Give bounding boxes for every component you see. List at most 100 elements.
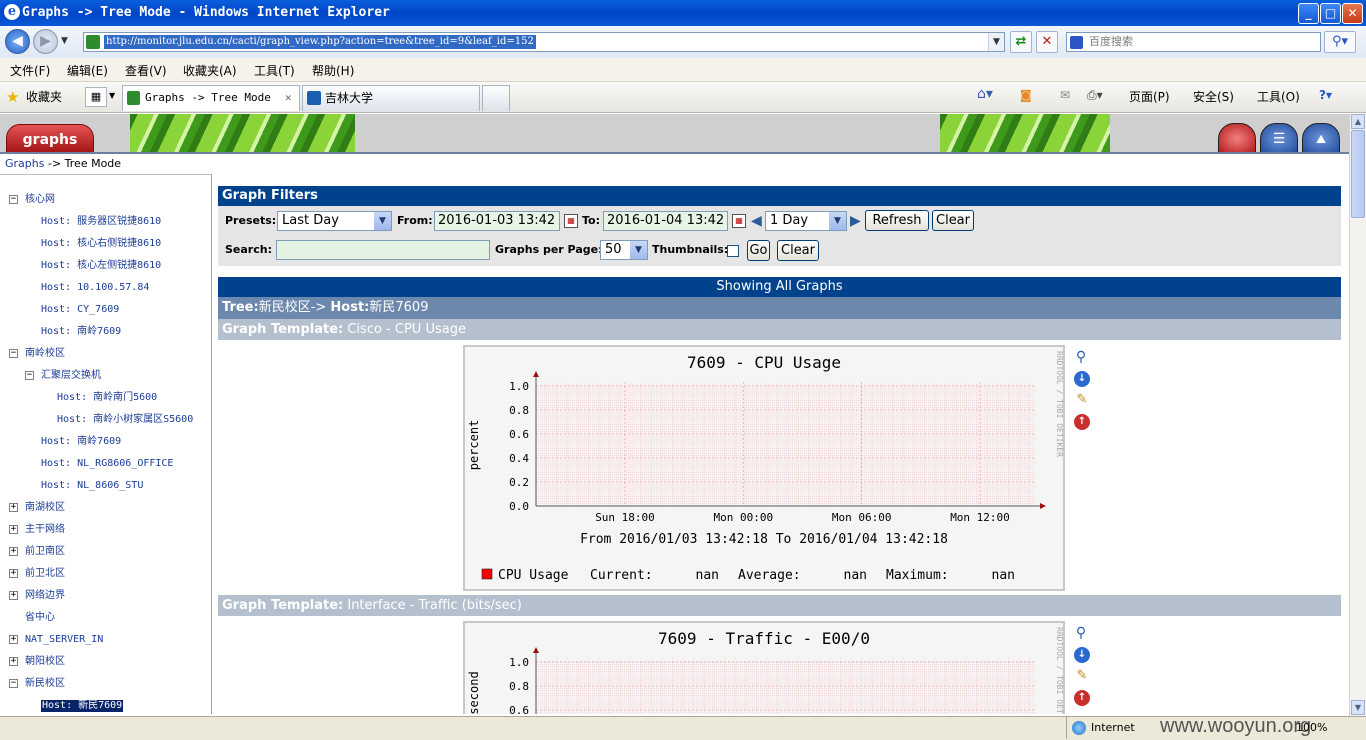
home-icon[interactable]: ⌂▾ xyxy=(977,86,993,102)
tree-node[interactable]: Host: NL_8606_STU xyxy=(41,480,143,492)
tree-node[interactable]: 汇聚层交换机 xyxy=(41,370,101,382)
menu-file[interactable]: 文件(F) xyxy=(10,62,50,79)
list-view-icon[interactable]: ☰ xyxy=(1260,123,1298,152)
maximize-button[interactable]: □ xyxy=(1320,3,1341,24)
csv-export-icon[interactable]: ↓ xyxy=(1074,647,1090,663)
tree-node[interactable]: Host: 核心右侧锐捷8610 xyxy=(41,238,161,250)
tree-node[interactable]: Host: 10.100.57.84 xyxy=(41,282,149,294)
tree-node[interactable]: 核心网 xyxy=(25,194,55,206)
collapse-icon[interactable]: − xyxy=(9,679,18,688)
favorites-button[interactable]: 收藏夹 xyxy=(26,88,62,105)
to-date-input[interactable]: 2016-01-04 13:42 xyxy=(603,211,728,231)
from-date-input[interactable]: 2016-01-03 13:42 xyxy=(434,211,560,231)
rss-feed-icon[interactable]: ◙ xyxy=(1020,88,1032,102)
clear-dates-button[interactable]: Clear xyxy=(932,210,974,231)
expand-icon[interactable]: + xyxy=(9,657,18,666)
tree-view-icon[interactable] xyxy=(1218,123,1256,152)
preview-view-icon[interactable]: ⛰ xyxy=(1302,123,1340,152)
zoom-graph-icon[interactable]: ⚲ xyxy=(1073,625,1089,641)
safety-menu[interactable]: 安全(S) xyxy=(1193,88,1234,105)
to-calendar-icon[interactable]: ▦ xyxy=(732,214,746,228)
minimize-button[interactable]: _ xyxy=(1298,3,1319,24)
tab-graphs-tree[interactable]: Graphs -> Tree Mode ✕ xyxy=(122,85,300,111)
refresh-button[interactable]: Refresh xyxy=(865,210,929,231)
graphs-per-page-select[interactable]: 50 ▼ xyxy=(600,240,648,260)
expand-icon[interactable]: + xyxy=(9,525,18,534)
expand-icon[interactable]: + xyxy=(9,591,18,600)
address-input[interactable]: http://monitor.jlu.edu.cn/cacti/graph_vi… xyxy=(83,32,1005,52)
new-tab-button[interactable] xyxy=(482,85,510,111)
expand-icon[interactable]: + xyxy=(9,635,18,644)
collapse-icon[interactable]: − xyxy=(9,195,18,204)
graph-up-icon[interactable]: ↑ xyxy=(1074,414,1090,430)
tree-node[interactable]: Host: 服务器区锐捷8610 xyxy=(41,216,161,228)
expand-icon[interactable]: + xyxy=(9,503,18,512)
search-input[interactable]: 百度搜索 xyxy=(1066,32,1321,52)
menu-edit[interactable]: 编辑(E) xyxy=(67,62,108,79)
mail-icon[interactable]: ✉ xyxy=(1060,88,1070,102)
tree-node[interactable]: 前卫北区 xyxy=(25,568,65,580)
cpu-usage-graph[interactable]: 7609 - CPU Usage RRDTOOL / TOBI OETIKER pe… xyxy=(463,345,1065,591)
scroll-up-icon[interactable]: ▲ xyxy=(1351,114,1365,129)
vertical-scrollbar[interactable]: ▲ ▼ xyxy=(1349,114,1366,716)
print-icon[interactable]: ⎙▾ xyxy=(1087,88,1103,103)
breadcrumb-graphs-link[interactable]: Graphs xyxy=(5,157,44,170)
back-button[interactable]: ◀ xyxy=(5,29,30,54)
traffic-graph[interactable]: 7609 - Traffic - E00/0 RRDTOOL / TOBI OET… xyxy=(463,621,1065,714)
tree-node[interactable]: 主干网络 xyxy=(25,524,65,536)
go-button[interactable]: Go xyxy=(747,240,770,261)
close-window-button[interactable]: ✕ xyxy=(1342,3,1363,24)
zoom-level[interactable]: 100% xyxy=(1296,721,1327,734)
tree-node[interactable]: 南岭校区 xyxy=(25,348,65,360)
help-icon[interactable]: ?▾ xyxy=(1319,88,1332,102)
page-menu[interactable]: 页面(P) xyxy=(1129,88,1170,105)
timespan-select[interactable]: 1 Day ▼ xyxy=(765,211,847,231)
expand-icon[interactable]: + xyxy=(9,547,18,556)
menu-tools[interactable]: 工具(T) xyxy=(254,62,295,79)
csv-export-icon[interactable]: ↓ xyxy=(1074,371,1090,387)
thumbnails-checkbox[interactable] xyxy=(727,245,739,257)
tree-node[interactable]: Host: 南岭7609 xyxy=(41,436,121,448)
clear-search-button[interactable]: Clear xyxy=(777,240,819,261)
menu-view[interactable]: 查看(V) xyxy=(125,62,167,79)
tree-node[interactable]: Host: NL_RG8606_OFFICE xyxy=(41,458,173,470)
edit-graph-icon[interactable]: ✎ xyxy=(1074,668,1090,684)
zoom-graph-icon[interactable]: ⚲ xyxy=(1073,349,1089,365)
graphs-tab[interactable]: graphs xyxy=(6,124,94,152)
tree-node[interactable]: Host: CY_7609 xyxy=(41,304,119,316)
close-tab-icon[interactable]: ✕ xyxy=(285,86,292,110)
forward-button[interactable]: ▶ xyxy=(33,29,58,54)
quick-tabs-icon[interactable]: ▦ xyxy=(85,87,107,107)
edit-graph-icon[interactable]: ✎ xyxy=(1074,392,1090,408)
menu-favorites[interactable]: 收藏夹(A) xyxy=(183,62,237,79)
tree-node[interactable]: Host: 新民7609 xyxy=(41,700,124,712)
graph-search-input[interactable] xyxy=(276,240,490,260)
refresh-page-button[interactable]: ⇄ xyxy=(1010,31,1032,53)
shift-left-icon[interactable]: ◀ xyxy=(751,211,762,231)
scroll-thumb[interactable] xyxy=(1351,130,1365,218)
tab-jilin-university[interactable]: 吉林大学 xyxy=(302,85,480,111)
address-dropdown-icon[interactable]: ▼ xyxy=(988,33,1004,51)
tools-menu[interactable]: 工具(O) xyxy=(1257,88,1300,105)
tree-node[interactable]: 省中心 xyxy=(25,612,55,624)
scroll-down-icon[interactable]: ▼ xyxy=(1351,700,1365,715)
tab-list-dropdown-icon[interactable]: ▼ xyxy=(109,91,115,100)
from-calendar-icon[interactable]: ▦ xyxy=(564,214,578,228)
tree-node[interactable]: Host: 南岭7609 xyxy=(41,326,121,338)
tree-node[interactable]: 前卫南区 xyxy=(25,546,65,558)
history-dropdown-icon[interactable]: ▼ xyxy=(61,36,68,46)
expand-icon[interactable]: + xyxy=(9,569,18,578)
search-go-button[interactable]: ⚲▾ xyxy=(1324,31,1356,53)
tree-node[interactable]: Host: 南岭小树家属区S5600 xyxy=(57,414,193,426)
graph-up-icon[interactable]: ↑ xyxy=(1074,690,1090,706)
tree-node[interactable]: 朝阳校区 xyxy=(25,656,65,668)
tree-node[interactable]: NAT_SERVER_IN xyxy=(25,634,103,646)
menu-help[interactable]: 帮助(H) xyxy=(312,62,354,79)
tree-node[interactable]: Host: 南岭南门5600 xyxy=(57,392,157,404)
tree-node[interactable]: 南湖校区 xyxy=(25,502,65,514)
tree-node[interactable]: 网络边界 xyxy=(25,590,65,602)
tree-node[interactable]: 新民校区 xyxy=(25,678,65,690)
collapse-icon[interactable]: − xyxy=(9,349,18,358)
stop-button[interactable]: ✕ xyxy=(1036,31,1058,53)
tree-node[interactable]: Host: 核心左侧锐捷8610 xyxy=(41,260,161,272)
